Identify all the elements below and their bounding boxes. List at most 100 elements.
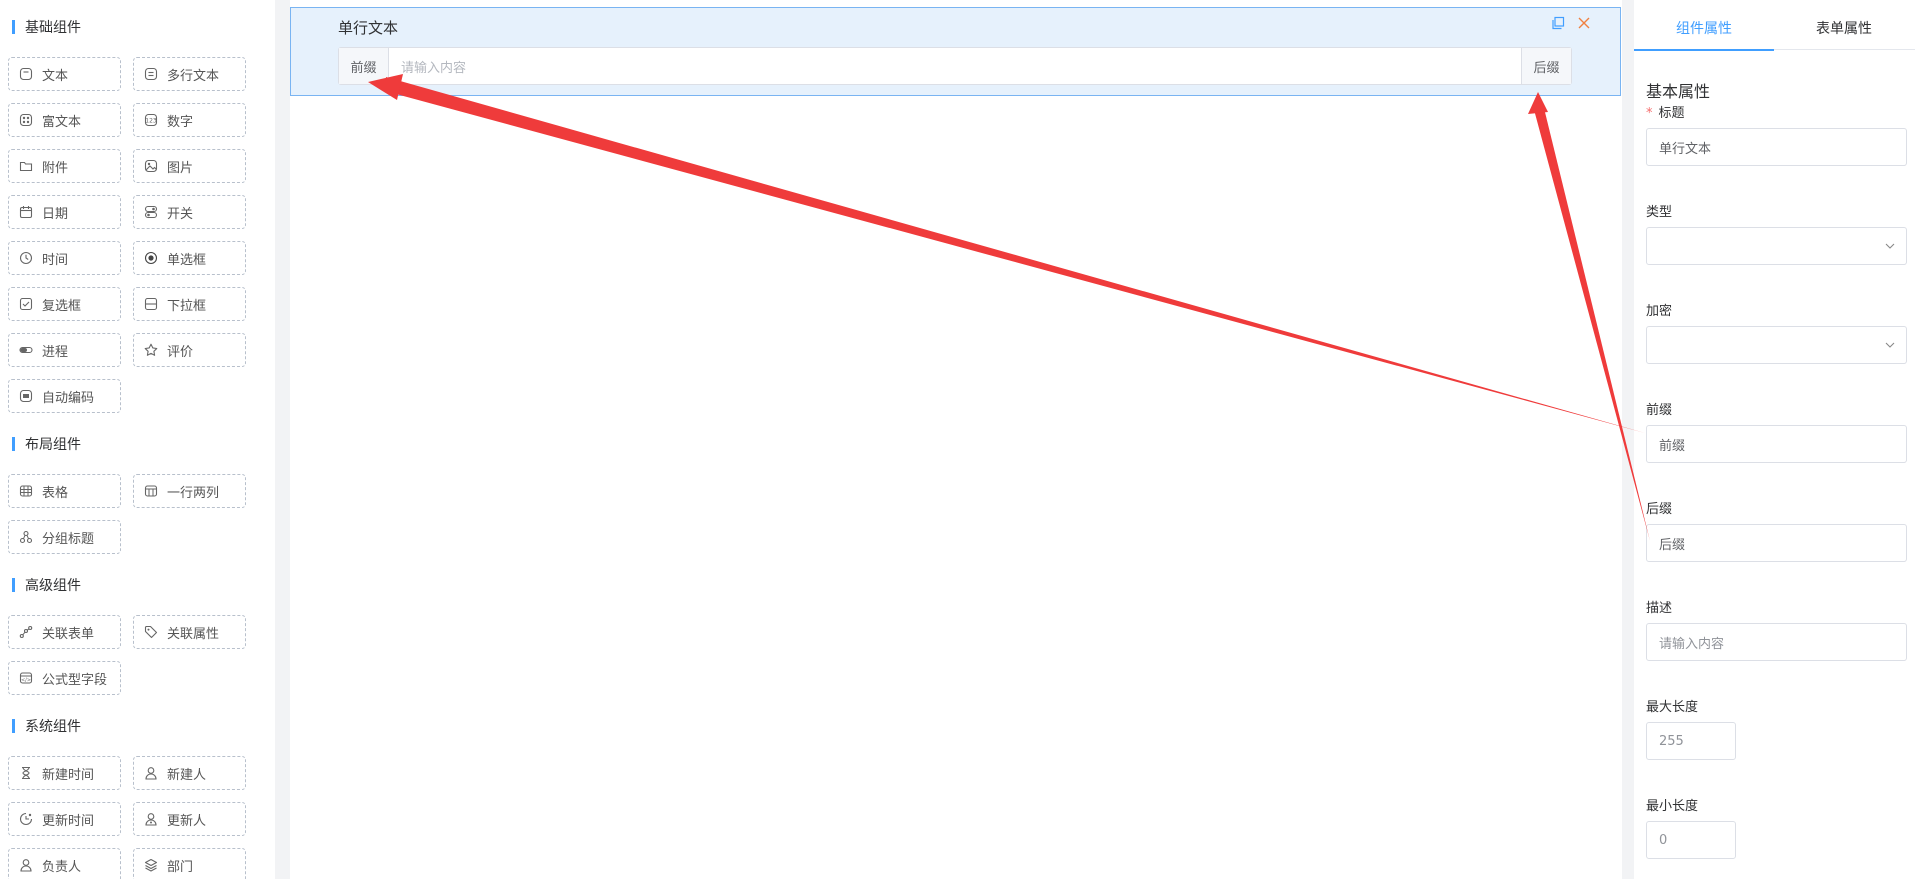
palette-item-label: 下拉框	[167, 298, 207, 314]
description-input[interactable]: 请输入内容	[1646, 623, 1907, 661]
chevron-down-icon	[1885, 342, 1895, 348]
select-icon	[144, 297, 158, 311]
palette-item-label: 单选框	[167, 252, 207, 268]
encrypt-label: 加密	[1646, 304, 1673, 319]
palette-item-label: 时间	[42, 252, 69, 268]
title-label: * 标题	[1646, 106, 1685, 121]
palette-item-department[interactable]: 部门	[133, 848, 246, 879]
palette-item-label: 多行文本	[167, 68, 220, 84]
palette-item-creator[interactable]: 新建人	[133, 756, 246, 790]
suffix-label: 后缀	[1646, 502, 1673, 517]
palette-item-owner[interactable]: 负责人	[8, 848, 121, 879]
palette-item-group-title[interactable]: 分组标题	[8, 520, 121, 554]
encrypt-select[interactable]	[1646, 326, 1907, 364]
prefix-label: 前缀	[1646, 403, 1673, 418]
description-label: 描述	[1646, 601, 1673, 616]
palette-item-label: 文本	[42, 68, 69, 84]
palette-item-created-time[interactable]: 新建时间	[8, 756, 121, 790]
palette-item-label: 公式型字段	[42, 672, 108, 688]
number-icon: 123	[144, 113, 158, 127]
close-icon[interactable]	[1576, 15, 1592, 31]
palette-item-updater[interactable]: 更新人	[133, 802, 246, 836]
palette-item-checkbox[interactable]: 复选框	[8, 287, 121, 321]
palette-item-text[interactable]: 文本	[8, 57, 121, 91]
selected-field-card[interactable]: 单行文本 前缀 请输入内容 后缀	[290, 7, 1621, 96]
palette-item-updated-time[interactable]: 更新时间	[8, 802, 121, 836]
required-mark: *	[1646, 106, 1653, 121]
prefix-input[interactable]: 前缀	[1646, 425, 1907, 463]
palette-item-label: 开关	[167, 206, 194, 222]
palette-item-radio[interactable]: 单选框	[133, 241, 246, 275]
link-form-icon	[19, 625, 33, 639]
palette-item-label: 日期	[42, 206, 69, 222]
min-length-input[interactable]: 0	[1646, 821, 1736, 859]
palette-item-label: 关联表单	[42, 626, 95, 642]
palette-item-two-column[interactable]: 一行两列	[133, 474, 246, 508]
section-title-basic: 基础组件	[12, 17, 81, 37]
type-label: 类型	[1646, 205, 1673, 220]
prefix-addon: 前缀	[339, 48, 389, 84]
palette-item-attachment[interactable]: 附件	[8, 149, 121, 183]
chevron-down-icon	[1885, 243, 1895, 249]
palette-item-label: 更新时间	[42, 813, 95, 829]
field-preview-text-input[interactable]: 请输入内容	[389, 48, 1521, 84]
palette-item-table[interactable]: 表格	[8, 474, 121, 508]
component-palette: 基础组件 文本 多行文本 富文本 123 数字 附件 图片 日期 开关 时间 单…	[0, 0, 275, 879]
palette-item-select[interactable]: 下拉框	[133, 287, 246, 321]
folder-icon	[19, 159, 33, 173]
clock-refresh-icon	[19, 812, 33, 826]
progress-icon	[19, 343, 33, 357]
two-column-icon	[144, 484, 158, 498]
palette-item-label: 新建时间	[42, 767, 95, 783]
svg-text:</>: </>	[21, 678, 31, 684]
section-title-layout: 布局组件	[12, 434, 81, 454]
palette-item-label: 图片	[167, 160, 194, 176]
field-label: 单行文本	[338, 19, 399, 37]
title-input[interactable]: 单行文本	[1646, 128, 1907, 166]
palette-item-image[interactable]: 图片	[133, 149, 246, 183]
table-icon	[19, 484, 33, 498]
hourglass-icon	[19, 766, 33, 780]
palette-item-label: 关联属性	[167, 626, 220, 642]
tab-component-props[interactable]: 组件属性	[1634, 6, 1774, 51]
type-select[interactable]	[1646, 227, 1907, 265]
field-preview-input[interactable]: 前缀 请输入内容 后缀	[338, 47, 1572, 85]
palette-item-label: 表格	[42, 485, 69, 501]
design-canvas[interactable]: 单行文本 前缀 请输入内容 后缀	[290, 0, 1622, 879]
switch-icon	[144, 205, 158, 219]
tag-icon	[144, 625, 158, 639]
palette-item-time[interactable]: 时间	[8, 241, 121, 275]
palette-item-label: 自动编码	[42, 390, 95, 406]
palette-item-label: 复选框	[42, 298, 82, 314]
palette-item-label: 评价	[167, 344, 194, 360]
layers-icon	[144, 858, 158, 872]
palette-item-switch[interactable]: 开关	[133, 195, 246, 229]
form-designer: 基础组件 文本 多行文本 富文本 123 数字 附件 图片 日期 开关 时间 单…	[0, 0, 1915, 879]
calendar-icon	[19, 205, 33, 219]
suffix-addon: 后缀	[1521, 48, 1571, 84]
palette-item-label: 更新人	[167, 813, 207, 829]
palette-item-label: 数字	[167, 114, 194, 130]
palette-item-auto-code[interactable]: 自动编码	[8, 379, 121, 413]
multiline-text-icon	[144, 67, 158, 81]
palette-item-multiline-text[interactable]: 多行文本	[133, 57, 246, 91]
palette-item-date[interactable]: 日期	[8, 195, 121, 229]
rich-text-icon	[19, 113, 33, 127]
palette-item-label: 进程	[42, 344, 69, 360]
palette-item-rich-text[interactable]: 富文本	[8, 103, 121, 137]
section-title-system: 系统组件	[12, 716, 81, 736]
palette-item-progress[interactable]: 进程	[8, 333, 121, 367]
property-tabs: 组件属性 表单属性	[1634, 6, 1915, 51]
palette-item-formula[interactable]: </> 公式型字段	[8, 661, 121, 695]
group-title-icon	[19, 530, 33, 544]
palette-item-link-attribute[interactable]: 关联属性	[133, 615, 246, 649]
palette-item-rating[interactable]: 评价	[133, 333, 246, 367]
section-title: 基本属性	[1646, 82, 1711, 101]
palette-item-label: 部门	[167, 859, 194, 875]
tab-form-props[interactable]: 表单属性	[1774, 6, 1914, 50]
suffix-input[interactable]: 后缀	[1646, 524, 1907, 562]
copy-icon[interactable]	[1550, 15, 1566, 31]
palette-item-link-form[interactable]: 关联表单	[8, 615, 121, 649]
max-length-input[interactable]: 255	[1646, 722, 1736, 760]
palette-item-number[interactable]: 123 数字	[133, 103, 246, 137]
